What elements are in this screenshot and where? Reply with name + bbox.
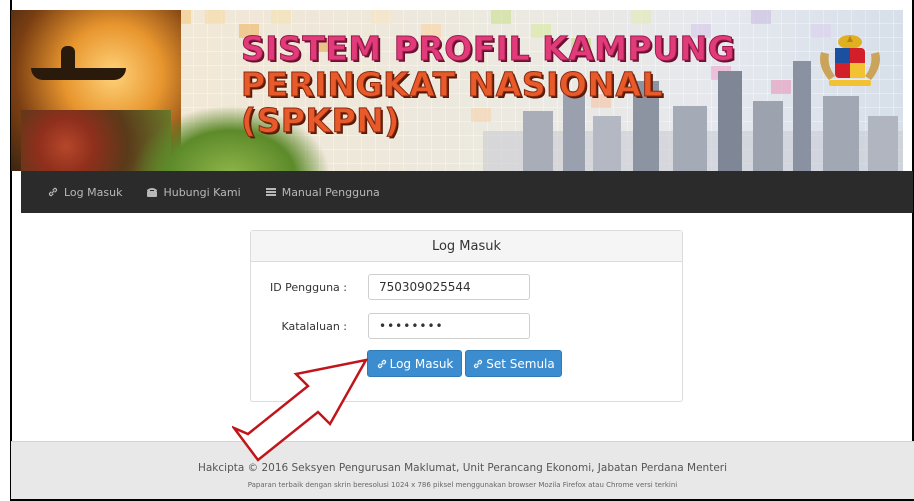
nav-item-hubungi-kami[interactable]: Hubungi Kami (146, 185, 241, 199)
password-field[interactable]: •••••••• (368, 313, 530, 339)
username-label: ID Pengguna : (269, 281, 347, 294)
link-icon (474, 359, 483, 368)
phone-icon (147, 188, 158, 197)
footer-copyright: Hakcipta © 2016 Seksyen Pengurusan Maklu… (197, 462, 728, 474)
nav-item-log-masuk[interactable]: Log Masuk (47, 186, 122, 199)
nav-item-label: Log Masuk (64, 185, 123, 199)
link-icon (48, 187, 58, 197)
fisherman-silhouette (61, 46, 75, 70)
link-icon (377, 359, 386, 368)
page-footer: Hakcipta © 2016 Seksyen Pengurusan Maklu… (11, 441, 914, 499)
list-icon (265, 188, 276, 196)
header-banner: SISTEM PROFIL KAMPUNG PERINGKAT NASIONAL… (11, 10, 903, 171)
username-field[interactable]: 750309025544 (368, 274, 530, 300)
nav-item-manual-pengguna[interactable]: Manual Pengguna (265, 186, 380, 199)
banner-title-line-1: SISTEM PROFIL KAMPUNG (240, 29, 736, 68)
top-navbar: Log Masuk Hubungi Kami Manual Pengguna (21, 171, 913, 213)
coat-of-arms-icon (820, 35, 880, 86)
banner-title-line-2: PERINGKAT NASIONAL (240, 65, 664, 104)
boat-silhouette (31, 68, 126, 80)
login-button-label: Log Masuk (389, 356, 454, 371)
reset-button-label: Set Semula (486, 356, 555, 371)
login-panel-title: Log Masuk (251, 231, 682, 262)
login-panel: Log Masuk ID Pengguna : 750309025544 Kat… (250, 230, 683, 402)
login-button[interactable]: Log Masuk (367, 350, 462, 377)
footer-note: Paparan terbaik dengan skrin beresolusi … (247, 481, 678, 489)
banner-title-line-3: (SPKPN) (241, 101, 401, 140)
reset-button[interactable]: Set Semula (465, 350, 562, 377)
nav-item-label: Hubungi Kami (163, 185, 241, 199)
password-label: Katalaluan : (281, 320, 347, 333)
nav-item-label: Manual Pengguna (281, 185, 380, 199)
